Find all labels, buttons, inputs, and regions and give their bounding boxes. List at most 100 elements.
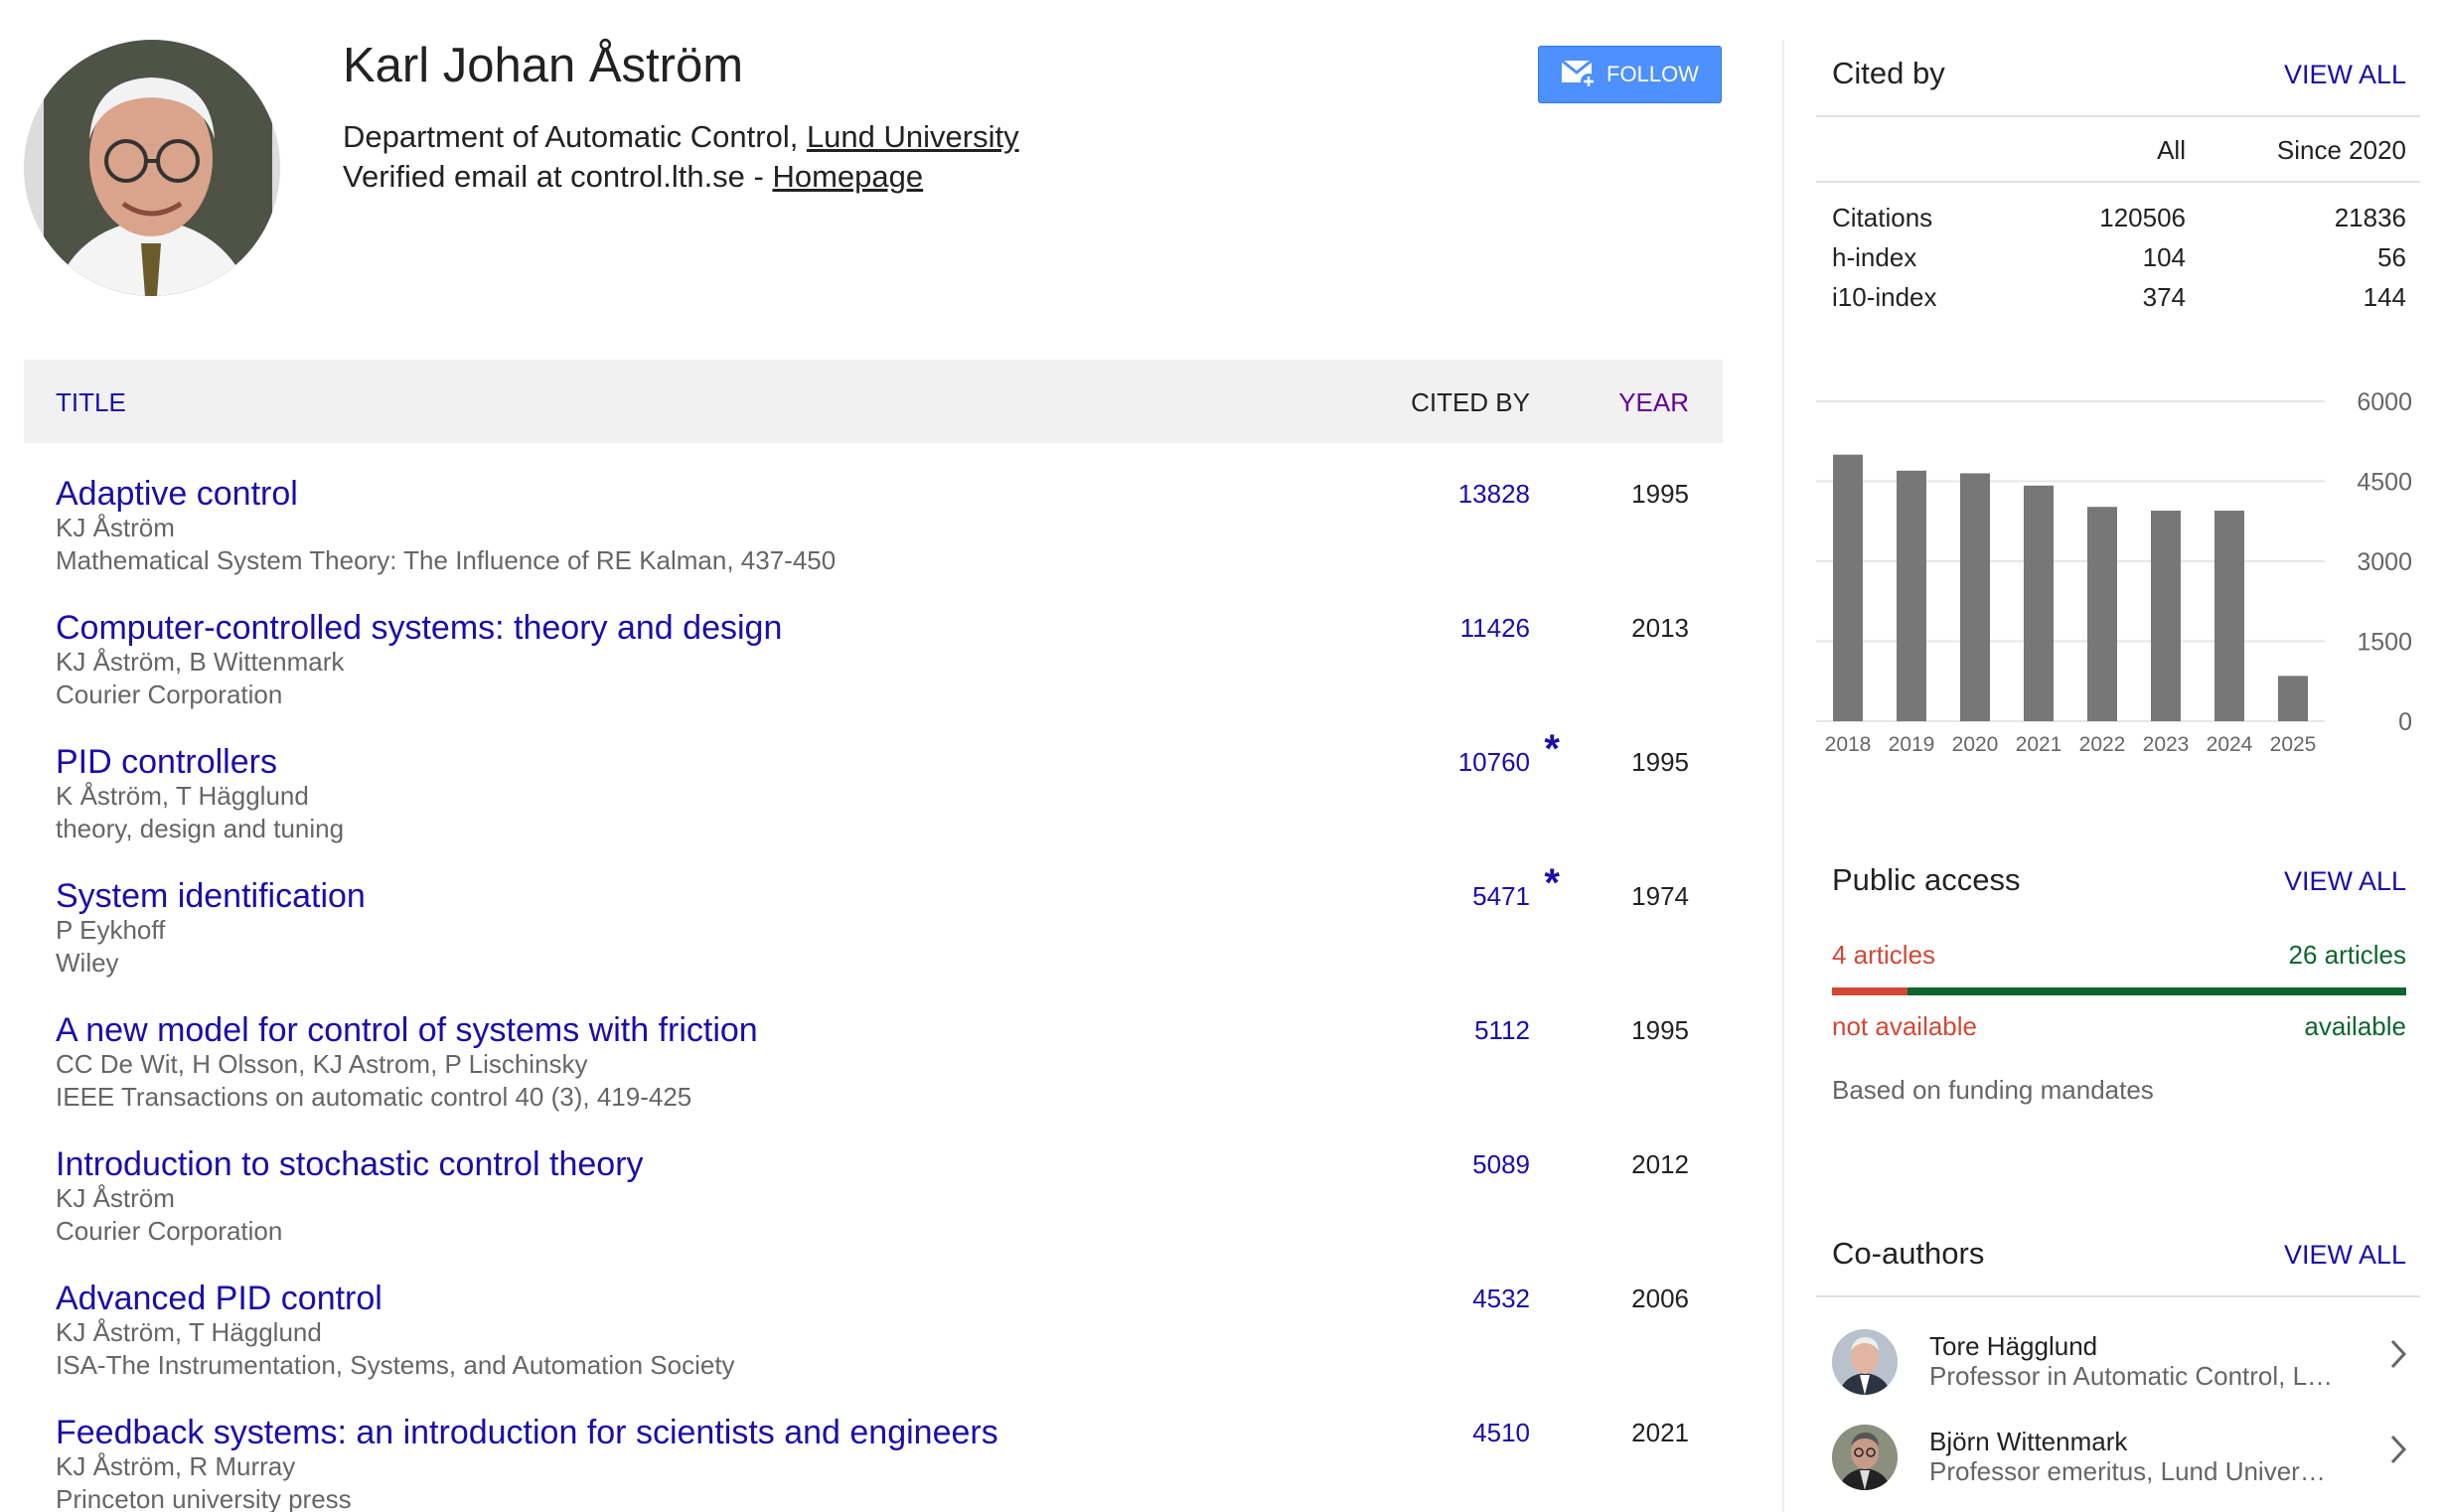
email-line: Verified email at control.lth.se - Homep…: [343, 159, 923, 195]
cited-by-count-link[interactable]: 11426: [1460, 613, 1530, 644]
bar-2018: [1833, 454, 1863, 721]
coauthor-avatar: [1832, 1425, 1898, 1490]
article-authors: CC De Wit, H Olsson, KJ Astrom, P Lischi…: [56, 1049, 588, 1079]
x-tick-label: 2021: [2016, 733, 2062, 755]
bar-2025: [2278, 676, 2308, 721]
coauthor-item[interactable]: Björn Wittenmark Professor emeritus, Lun…: [1832, 1425, 2408, 1508]
coauthors-view-all[interactable]: VIEW ALL: [2284, 1240, 2406, 1271]
article-row: PID controllers K Åström, T Hägglund theor…: [24, 727, 1723, 876]
article-venue: Courier Corporation: [56, 680, 283, 709]
merged-citations-marker[interactable]: *: [1544, 727, 1560, 772]
divider: [1816, 115, 2420, 117]
coauthor-name: Tore Hägglund: [1929, 1331, 2098, 1361]
verified-email-text: Verified email at control.lth.se -: [343, 159, 773, 194]
y-tick-label: 1500: [2357, 629, 2412, 657]
cited-by-count-link[interactable]: 5112: [1474, 1015, 1530, 1046]
article-row: Advanced PID control KJ Åström, T Hägglun…: [24, 1280, 1723, 1413]
cited-by-count-link[interactable]: 4510: [1472, 1418, 1530, 1448]
article-row: Adaptive control KJ Åström Mathematical Sy…: [24, 475, 1723, 608]
x-tick-label: 2023: [2143, 733, 2190, 755]
article-venue: Wiley: [56, 948, 119, 978]
stat-since-value: 21836: [2334, 203, 2406, 232]
x-tick-label: 2020: [1952, 733, 1999, 755]
article-title-link[interactable]: PID controllers: [56, 743, 277, 782]
profile-name: Karl Johan Åström: [343, 39, 744, 92]
article-venue: Courier Corporation: [56, 1216, 283, 1246]
x-tick-label: 2022: [2079, 733, 2126, 755]
not-available-count[interactable]: 4 articles: [1832, 940, 1935, 971]
bar-2021: [2024, 485, 2054, 721]
stat-since-value: 144: [2363, 282, 2406, 312]
sort-by-year[interactable]: YEAR: [1618, 387, 1689, 418]
follow-button[interactable]: FOLLOW: [1538, 46, 1722, 103]
article-authors: K Åström, T Hägglund: [56, 781, 309, 811]
article-title-link[interactable]: Feedback systems: an introduction for sc…: [56, 1414, 998, 1452]
article-year: 2012: [1631, 1149, 1689, 1179]
available-count[interactable]: 26 articles: [2289, 940, 2407, 971]
article-title-link[interactable]: Advanced PID control: [56, 1280, 382, 1318]
coauthor-affiliation: Professor emeritus, Lund Univer…: [1929, 1456, 2326, 1486]
stat-all-value: 120506: [2099, 203, 2186, 232]
cited-by-count-link[interactable]: 13828: [1458, 479, 1530, 510]
col-since-header: Since 2020: [2276, 135, 2406, 165]
sort-by-title[interactable]: TITLE: [56, 387, 126, 418]
bar-2024: [2214, 511, 2244, 721]
available-label: available: [2304, 1011, 2406, 1041]
article-row: Introduction to stochastic control theor…: [24, 1145, 1723, 1279]
stat-label: i10-index: [1832, 282, 1937, 312]
coauthors-title: Co-authors: [1832, 1236, 1985, 1271]
public-access-view-all[interactable]: VIEW ALL: [2284, 866, 2406, 897]
university-link[interactable]: Lund University: [807, 119, 1019, 154]
x-tick-label: 2018: [1825, 733, 1872, 755]
article-row: Computer-controlled systems: theory and …: [24, 609, 1723, 742]
article-authors: KJ Åström, B Wittenmark: [56, 647, 345, 677]
merged-citations-marker[interactable]: *: [1544, 861, 1560, 906]
stat-label: h-index: [1832, 242, 1917, 272]
coauthor-item[interactable]: Tore Hägglund Professor in Automatic Con…: [1832, 1329, 2408, 1413]
article-authors: KJ Åström, T Hägglund: [56, 1317, 322, 1347]
article-title-link[interactable]: Introduction to stochastic control theor…: [56, 1145, 644, 1184]
bar-2019: [1897, 470, 1926, 721]
article-title-link[interactable]: Computer-controlled systems: theory and …: [56, 609, 782, 648]
article-year: 1995: [1631, 1015, 1689, 1045]
chevron-right-icon: [2390, 1339, 2407, 1369]
article-year: 1995: [1631, 747, 1689, 777]
bar-2022: [2087, 507, 2117, 721]
article-authors: KJ Åström: [56, 1183, 175, 1213]
mail-plus-icon: [1561, 60, 1598, 89]
y-tick-label: 3000: [2357, 548, 2412, 576]
coauthor-affiliation: Professor in Automatic Control, L…: [1929, 1361, 2334, 1391]
x-tick-label: 2025: [2270, 733, 2317, 755]
cited-by-count-link[interactable]: 5089: [1472, 1149, 1530, 1180]
article-venue: theory, design and tuning: [56, 814, 345, 843]
article-year: 2006: [1631, 1284, 1689, 1313]
cited-by-count-link[interactable]: 4532: [1472, 1284, 1530, 1314]
affiliation-line: Department of Automatic Control, Lund Un…: [343, 119, 1019, 155]
y-tick-label: 4500: [2357, 469, 2412, 497]
article-venue: Princeton university press: [56, 1484, 352, 1512]
coauthor-name: Björn Wittenmark: [1929, 1427, 2128, 1456]
cited-by-title: Cited by: [1832, 56, 1945, 90]
article-row: Feedback systems: an introduction for sc…: [24, 1414, 1723, 1512]
citations-per-year-chart: 6000 4500 3000 1500 0 2018 2019 2020 2021 2022 202…: [1816, 388, 2412, 755]
y-tick-label: 6000: [2357, 388, 2412, 416]
article-title-link[interactable]: System identification: [56, 877, 366, 916]
available-bar: [1908, 987, 2406, 995]
homepage-link[interactable]: Homepage: [772, 159, 923, 194]
article-authors: P Eykhoff: [56, 915, 166, 945]
cited-by-view-all[interactable]: VIEW ALL: [2284, 60, 2406, 90]
stat-since-value: 56: [2377, 242, 2406, 272]
chevron-right-icon: [2390, 1435, 2407, 1464]
sort-by-cited[interactable]: CITED BY: [1411, 387, 1530, 418]
article-row: System identification P Eykhoff Wiley 5471 *…: [24, 861, 1723, 1010]
article-title-link[interactable]: A new model for control of systems with …: [56, 1011, 758, 1050]
cited-by-count-link[interactable]: 10760: [1458, 747, 1530, 778]
cited-by-count-link[interactable]: 5471: [1472, 881, 1530, 912]
divider: [1816, 181, 2420, 183]
divider: [1816, 1295, 2420, 1297]
article-title-link[interactable]: Adaptive control: [56, 475, 298, 514]
follow-label: FOLLOW: [1606, 62, 1699, 86]
bar-2023: [2151, 511, 2181, 721]
article-venue: IEEE Transactions on automatic control 4…: [56, 1082, 692, 1112]
article-row: A new model for control of systems with …: [24, 1011, 1723, 1144]
